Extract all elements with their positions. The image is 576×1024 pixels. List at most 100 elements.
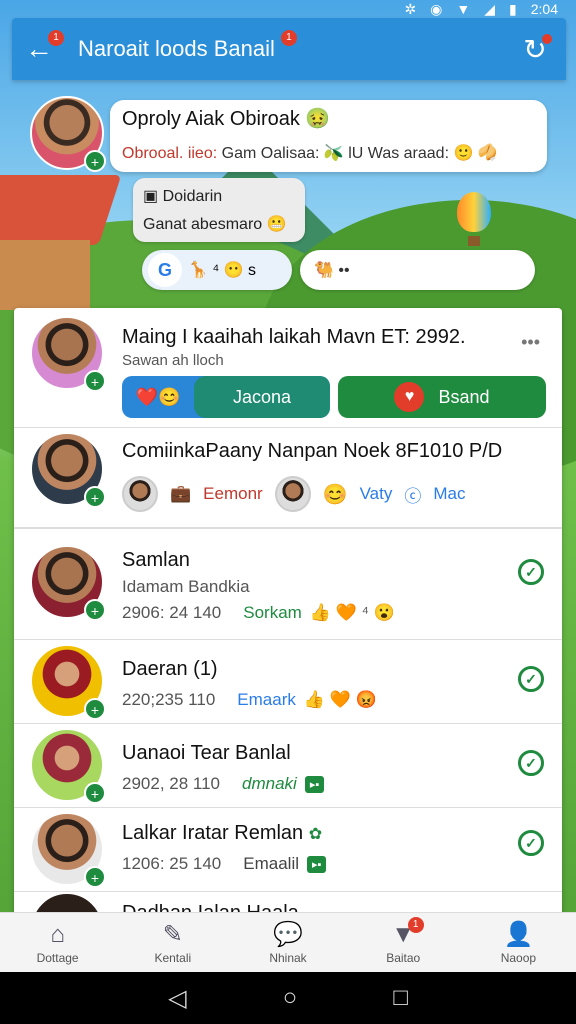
page-title-text: Naroait loods Banail bbox=[78, 36, 275, 61]
nav-label: Nhinak bbox=[269, 950, 307, 965]
briefcase-icon: 💼 bbox=[170, 484, 192, 503]
heart-icon: ♥ bbox=[394, 382, 425, 412]
accept-button[interactable]: ❤️😊 Jacona bbox=[122, 376, 330, 418]
home-icon: ⌂ bbox=[50, 920, 65, 948]
system-nav: ◁ ○ □ bbox=[0, 972, 576, 1024]
emoji-icon: 🤢 bbox=[305, 108, 331, 130]
wifi-icon: ▼ bbox=[456, 1, 471, 17]
avatar[interactable]: + bbox=[30, 96, 106, 172]
check-icon[interactable]: ✓ bbox=[518, 666, 544, 692]
chip-label[interactable]: Eemonr bbox=[203, 484, 263, 504]
add-icon[interactable]: + bbox=[84, 150, 106, 172]
more-icon[interactable]: ••• bbox=[521, 332, 540, 353]
message-meta: 220;235 110 Emaark 👍 🧡 😡 bbox=[122, 690, 377, 710]
chip-avatar[interactable] bbox=[274, 476, 311, 512]
card-title: ▣ Doidarin bbox=[143, 186, 295, 206]
timestamp: 2906: 24 140 bbox=[122, 603, 222, 622]
verified-icon: ✿ bbox=[308, 826, 323, 843]
nav-label: Baitao bbox=[386, 950, 421, 965]
bottom-nav: ⌂ Dottage ✎ Kentali 💬 Nhinak ▼ 1 Baitao … bbox=[0, 912, 576, 972]
avatar[interactable]: + bbox=[30, 728, 106, 804]
shared-card-bubble[interactable]: ▣ Doidarin Ganat abesmaro 😬 bbox=[133, 178, 305, 242]
refresh-icon: ⓒ bbox=[404, 486, 422, 506]
reaction-icons: 👍 🧡 😡 bbox=[303, 690, 377, 709]
check-icon[interactable]: ✓ bbox=[518, 559, 544, 585]
chat-list: + Maing I kaaihah laikah Mavn ET: 2992. … bbox=[14, 308, 562, 918]
check-icon[interactable]: ✓ bbox=[518, 750, 544, 776]
contact-name: Lalkar Iratar Remlan ✿ bbox=[122, 822, 322, 845]
add-icon[interactable]: + bbox=[84, 698, 106, 720]
bluetooth-icon: ✲ bbox=[404, 0, 417, 17]
message-rest: Gam Oalisaa: 🫒 lU Was araad: 🙂 🥠 bbox=[221, 145, 498, 162]
avatar[interactable]: + bbox=[30, 316, 106, 392]
nav-profile[interactable]: 👤 Naoop bbox=[461, 913, 576, 972]
pencil-icon: ✎ bbox=[162, 920, 183, 948]
battery-icon: ▮ bbox=[509, 0, 517, 17]
contact-name: ComiinkaPaany Nanpan Noek 8F1010 P/D bbox=[122, 440, 503, 462]
title-badge: 1 bbox=[280, 30, 297, 46]
back-triangle-icon[interactable]: ◁ bbox=[168, 984, 186, 1013]
home-circle-icon[interactable]: ○ bbox=[283, 984, 298, 1012]
nav-label: Naoop bbox=[500, 950, 537, 965]
message-bubble[interactable]: Oproly Aiak Obiroak 🤢 Obrooal. iieo: Gam… bbox=[110, 100, 547, 172]
send-button[interactable]: ♥ Bsand bbox=[338, 376, 546, 418]
status-tag: Emaark bbox=[237, 690, 296, 709]
recents-square-icon[interactable]: □ bbox=[393, 984, 408, 1012]
chip-row: 💼 Eemonr 😊 Vaty ⓒ Mac bbox=[122, 476, 466, 512]
reaction-text-2: 🐫 •• bbox=[314, 262, 350, 279]
card-subtitle: Ganat abesmaro 😬 bbox=[143, 216, 287, 233]
chip-label[interactable]: Vaty bbox=[360, 484, 393, 504]
avatar[interactable]: + bbox=[30, 812, 106, 888]
contact-name: Daeran (1) bbox=[122, 658, 218, 680]
back-button[interactable]: ← 1 bbox=[12, 18, 66, 80]
send-label: Bsand bbox=[438, 386, 490, 407]
add-icon[interactable]: + bbox=[84, 782, 106, 804]
message-lead: Obrooal. iieo: bbox=[122, 145, 218, 162]
contact-name: Maing I kaaihah laikah Mavn ET: 2992. bbox=[122, 326, 466, 348]
add-icon[interactable]: + bbox=[84, 866, 106, 888]
status-bar: ✲ ◉ ▼ ◢ ▮ 2:04 bbox=[0, 0, 576, 18]
contact-subtitle: Idamam Bandkia bbox=[122, 577, 250, 596]
avatar[interactable]: + bbox=[30, 432, 106, 508]
sender-name: Oproly Aiak Obiroak 🤢 bbox=[122, 106, 535, 131]
add-icon[interactable]: + bbox=[84, 599, 106, 621]
sender-name-text: Oproly Aiak Obiroak bbox=[122, 108, 300, 130]
reaction-pill-2[interactable]: 🐫 •• bbox=[300, 250, 535, 290]
list-item[interactable]: + Samlan Idamam Bandkia 2906: 24 140 Sor… bbox=[14, 528, 562, 640]
hut bbox=[0, 240, 90, 310]
accept-label: Jacona bbox=[194, 376, 330, 418]
message-meta: 2902, 28 110 dmnaki ▸▪ bbox=[122, 774, 325, 794]
reaction-pill[interactable]: G 🦒 ⁴ 😶 s bbox=[142, 250, 292, 290]
contact-name-text: Lalkar Iratar Remlan bbox=[122, 822, 304, 844]
smile-icon: 😊 bbox=[322, 483, 348, 506]
list-item[interactable]: + Uanaoi Tear Banlal 2902, 28 110 dmnaki… bbox=[14, 724, 562, 808]
check-icon[interactable]: ✓ bbox=[518, 830, 544, 856]
chip-avatar[interactable] bbox=[122, 476, 158, 512]
list-item[interactable]: + Daeran (1) 220;235 110 Emaark 👍 🧡 😡 ✓ bbox=[14, 640, 562, 724]
refresh-button[interactable]: ↻ bbox=[518, 32, 552, 66]
add-icon[interactable]: + bbox=[84, 486, 106, 508]
nav-badge: 1 bbox=[407, 917, 424, 933]
app-bar: ← 1 Naroait loods Banail 1 ↻ bbox=[12, 18, 566, 80]
nav-tag[interactable]: ▼ 1 Baitao bbox=[346, 913, 461, 972]
nav-home[interactable]: ⌂ Dottage bbox=[0, 913, 115, 972]
status-tag: Sorkam bbox=[243, 603, 302, 622]
message-text: Obrooal. iieo: Gam Oalisaa: 🫒 lU Was ara… bbox=[122, 143, 535, 163]
google-icon[interactable]: G bbox=[148, 253, 182, 287]
contact-subtitle: Sawan ah lloch bbox=[122, 352, 224, 369]
avatar[interactable]: + bbox=[30, 545, 106, 621]
timestamp: 1206: 25 140 bbox=[122, 854, 222, 873]
nav-chat[interactable]: 💬 Nhinak bbox=[230, 913, 345, 972]
chip-label[interactable]: Mac bbox=[433, 484, 465, 504]
refresh-dot bbox=[542, 34, 552, 44]
list-item[interactable]: + Lalkar Iratar Remlan ✿ 1206: 25 140 Em… bbox=[14, 808, 562, 892]
message-meta: 2906: 24 140 Sorkam 👍 🧡 ⁴ 😮 bbox=[122, 603, 395, 623]
list-item[interactable]: + ComiinkaPaany Nanpan Noek 8F1010 P/D 💼… bbox=[14, 428, 562, 528]
action-buttons: ❤️😊 Jacona ♥ Bsand bbox=[122, 376, 546, 418]
nav-edit[interactable]: ✎ Kentali bbox=[115, 913, 230, 972]
list-item[interactable]: + Maing I kaaihah laikah Mavn ET: 2992. … bbox=[14, 308, 562, 428]
heart-icon: ❤️😊 bbox=[135, 386, 181, 407]
reaction-icons: 👍 🧡 ⁴ 😮 bbox=[309, 603, 395, 622]
add-icon[interactable]: + bbox=[84, 370, 106, 392]
avatar[interactable]: + bbox=[30, 644, 106, 720]
